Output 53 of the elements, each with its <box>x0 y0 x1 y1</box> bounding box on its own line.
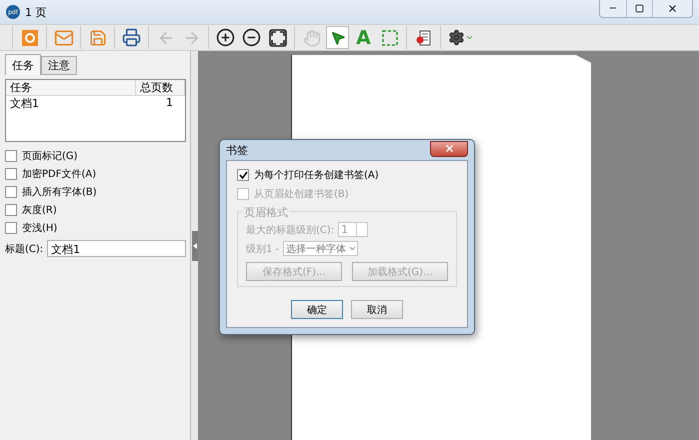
dashed-selection-icon <box>380 28 398 46</box>
pointer-icon <box>330 30 346 46</box>
printer-icon <box>122 28 141 47</box>
field-label: 级别1 - <box>246 242 280 256</box>
option-label: 为每个打印任务创建书签(A) <box>254 168 379 182</box>
option-label: 变浅(H) <box>22 222 58 235</box>
minus-circle-icon <box>242 28 261 47</box>
checkbox[interactable] <box>237 169 249 181</box>
panel-tab[interactable]: 任务 <box>5 54 41 75</box>
fit-page-button[interactable] <box>266 26 289 49</box>
checkbox[interactable] <box>5 204 17 216</box>
maximize-icon <box>635 4 644 12</box>
hand-icon <box>302 28 320 46</box>
close-button[interactable] <box>430 140 468 156</box>
close-icon <box>667 2 678 14</box>
table-cell-text: 1 <box>165 96 174 111</box>
option-label: 插入所有字体(B) <box>22 186 97 199</box>
checkbox[interactable] <box>5 222 17 234</box>
field-label: 标题(C): <box>5 242 44 256</box>
checkbox[interactable] <box>5 186 17 198</box>
pointer-tool-button[interactable] <box>326 26 349 49</box>
caret-icon <box>348 244 358 253</box>
option-label: 从页眉处创建书签(B) <box>254 188 349 201</box>
checkbox[interactable] <box>5 168 17 180</box>
column-header[interactable]: 任务 <box>6 80 136 95</box>
field-label: 最大的标题级别(C): <box>246 224 334 236</box>
dialog-title: 书签 <box>226 142 248 158</box>
close-icon <box>444 143 454 154</box>
table-cell-text: 文档1 <box>9 96 40 111</box>
caret-icon <box>465 33 474 42</box>
app-badge-icon <box>20 28 38 46</box>
zoom-in-button[interactable] <box>214 26 237 49</box>
cancel-button[interactable]: 取消 <box>351 300 403 319</box>
checkmark-icon <box>238 171 248 179</box>
document-delete-icon <box>414 28 432 46</box>
title-field[interactable]: 文档1 <box>47 240 186 257</box>
panel-tab[interactable]: 注意 <box>41 56 77 75</box>
splitter-handle[interactable] <box>192 230 198 260</box>
plus-circle-icon <box>216 28 235 47</box>
checkbox[interactable] <box>5 150 17 162</box>
option-label: 加密PDF文件(A) <box>22 168 96 181</box>
window-title: 1 页 <box>25 4 48 20</box>
group-legend: 页眉格式 <box>242 205 290 220</box>
envelope-icon <box>54 28 74 48</box>
settings-icon <box>448 29 465 46</box>
zoom-out-button[interactable] <box>240 26 263 49</box>
ok-button[interactable]: 确定 <box>291 300 343 319</box>
print-button[interactable] <box>120 26 143 49</box>
option-label: 页面标记(G) <box>22 150 78 163</box>
collapse-arrow-icon <box>192 242 196 248</box>
fit-page-icon <box>268 28 286 46</box>
column-header[interactable]: 总页数 <box>136 80 185 95</box>
option-label: 灰度(R) <box>22 204 57 217</box>
